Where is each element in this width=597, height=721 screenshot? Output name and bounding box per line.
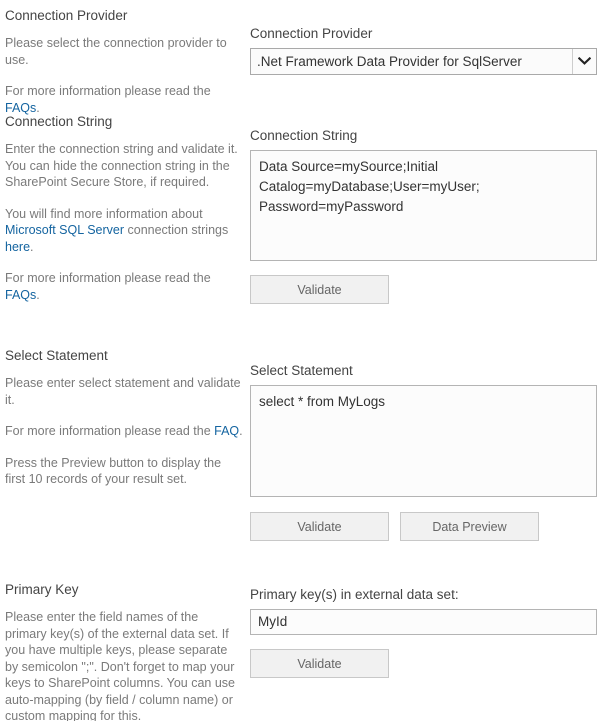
primary-key-field-column: Primary key(s) in external data set: MyI… [250, 586, 597, 678]
select-statement-help-2-prefix: For more information please read the [5, 424, 215, 438]
connection-string-help-1: Enter the connection string and validate… [5, 142, 238, 189]
connection-string-help-3: For more information please read the FAQ… [5, 270, 243, 303]
select-statement-button-row: Validate Data Preview [250, 512, 597, 541]
connection-string-help-2: You will find more information about Mic… [5, 206, 243, 256]
connection-string-help-2-middle: connection strings [124, 223, 229, 237]
connection-provider-select[interactable]: .Net Framework Data Provider for SqlServ… [250, 48, 597, 75]
select-statement-input[interactable]: select * from MyLogs [250, 385, 597, 497]
primary-key-title: Primary Key [5, 582, 79, 597]
primary-key-input[interactable]: MyId [250, 609, 597, 635]
here-link[interactable]: here [5, 240, 30, 254]
primary-key-help-1: Please enter the field names of the prim… [5, 610, 236, 721]
connection-string-help-2-suffix: . [30, 239, 34, 254]
select-statement-title: Select Statement [5, 348, 108, 363]
select-statement-help-2-suffix: . [239, 424, 243, 438]
data-preview-button[interactable]: Data Preview [400, 512, 539, 541]
connection-string-help-3-suffix: . [36, 287, 40, 302]
connection-string-button-row: Validate [250, 275, 597, 304]
connection-string-field-column: Connection String Data Source=mySource;I… [250, 127, 597, 304]
connection-string-help-2-prefix: You will find more information about [5, 206, 203, 221]
primary-key-button-row: Validate [250, 649, 597, 678]
select-statement-help-1: Please enter select statement and valida… [5, 376, 241, 407]
select-statement-help-3: Press the Preview button to display the … [5, 455, 222, 487]
connection-provider-field-label: Connection Provider [250, 26, 373, 41]
connection-provider-help-2-prefix: For more information please read the [5, 84, 211, 98]
select-statement-validate-button[interactable]: Validate [250, 512, 389, 541]
connection-string-field-label: Connection String [250, 128, 358, 143]
select-statement-field-column: Select Statement select * from MyLogs Va… [250, 362, 597, 541]
settings-form-page: Connection Provider Please select the co… [0, 0, 597, 721]
connection-provider-title: Connection Provider [5, 8, 128, 23]
primary-key-validate-button[interactable]: Validate [250, 649, 389, 678]
connection-provider-select-value[interactable]: .Net Framework Data Provider for SqlServ… [250, 48, 597, 75]
connection-string-input[interactable]: Data Source=mySource;Initial Catalog=myD… [250, 150, 597, 261]
faq-link-select-statement[interactable]: FAQ [214, 424, 239, 438]
connection-string-validate-button[interactable]: Validate [250, 275, 389, 304]
microsoft-sql-server-link[interactable]: Microsoft SQL Server [5, 223, 124, 237]
connection-provider-help-2: For more information please read the FAQ… [5, 83, 243, 116]
select-statement-help-2: For more information please read the FAQ… [5, 423, 243, 440]
connection-string-help-column: Connection String Enter the connection s… [5, 113, 243, 318]
connection-string-help-3-prefix: For more information please read the [5, 271, 211, 285]
connection-provider-help-1: Please select the connection provider to… [5, 36, 227, 67]
connection-provider-field-column: Connection Provider .Net Framework Data … [250, 25, 597, 75]
faqs-link-connection-string[interactable]: FAQs [5, 288, 36, 302]
select-statement-help-column: Select Statement Please enter select sta… [5, 347, 243, 503]
primary-key-help-column: Primary Key Please enter the field names… [5, 581, 243, 721]
select-statement-field-label: Select Statement [250, 363, 353, 378]
primary-key-field-label: Primary key(s) in external data set: [250, 587, 459, 602]
chevron-down-icon[interactable] [572, 49, 596, 74]
connection-string-title: Connection String [5, 114, 113, 129]
